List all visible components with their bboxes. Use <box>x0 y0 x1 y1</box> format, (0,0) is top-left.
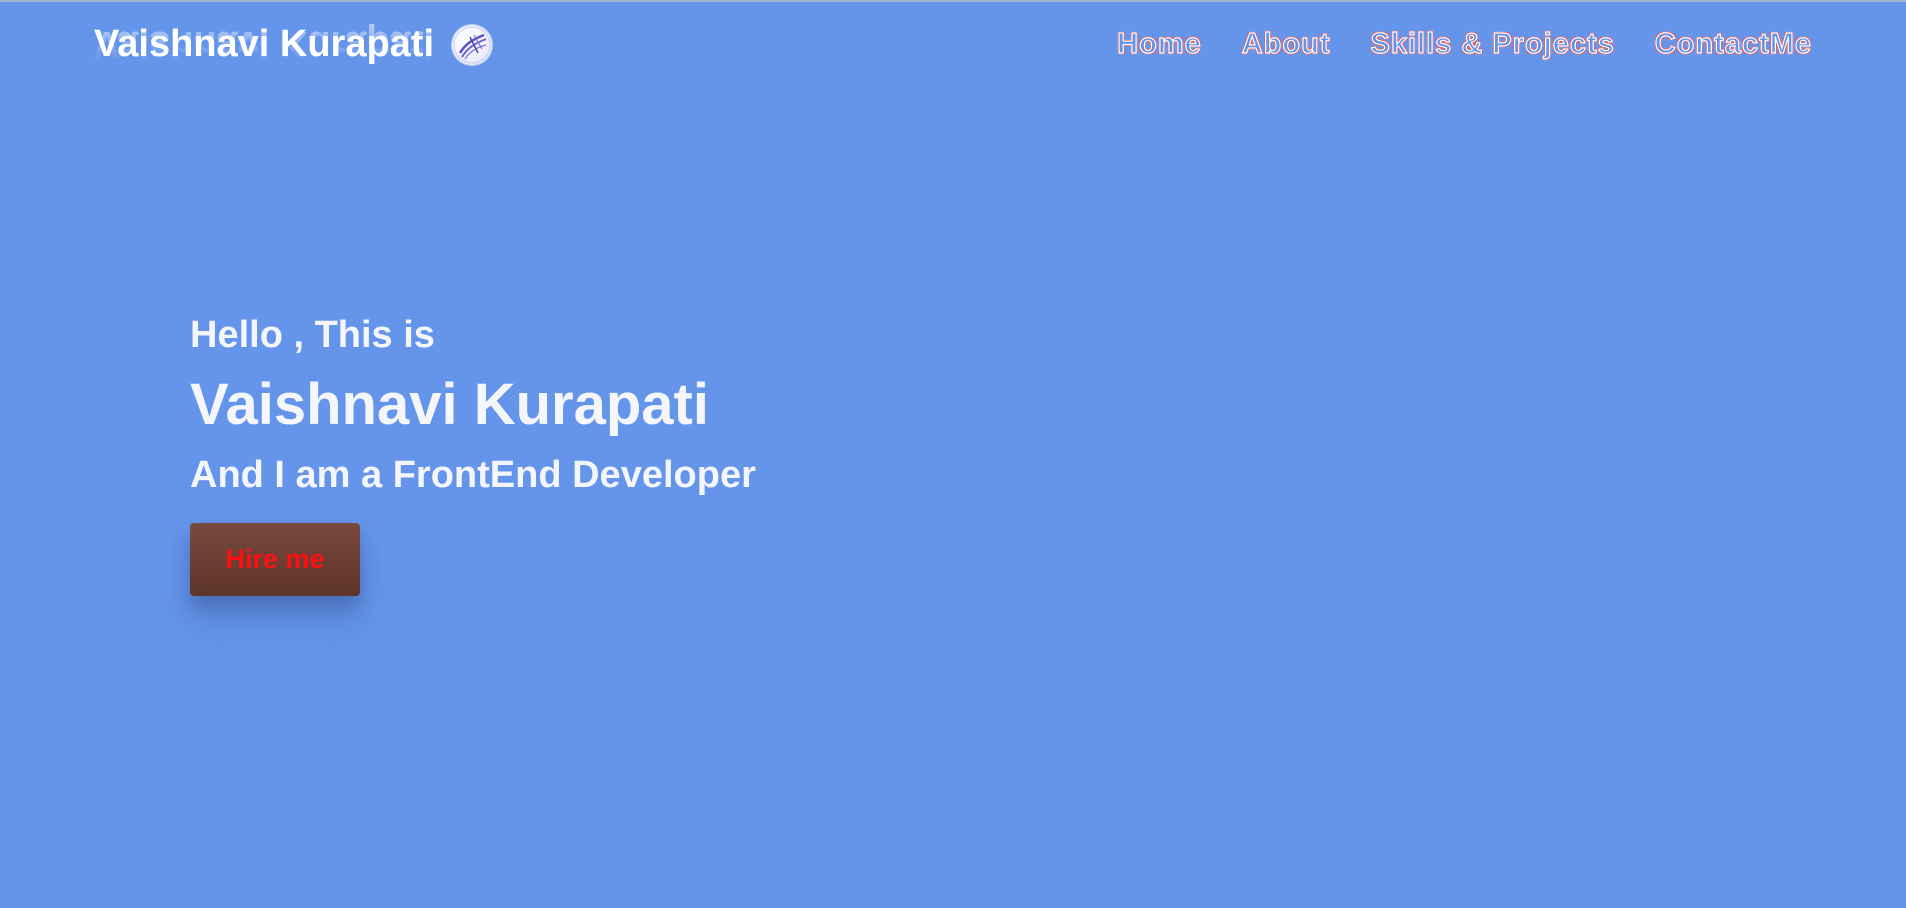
brand-name[interactable]: Vaishnavi Kurapati <box>94 22 434 66</box>
hero-section: Hello , This is Vaishnavi Kurapati And I… <box>190 305 756 596</box>
nav-links: Home About Skills & Projects ContactMe <box>1117 27 1812 61</box>
hero-greeting: Hello , This is <box>190 314 435 356</box>
navbar: Vaishnavi Kurapati Vaishnavi Kurapati Ho… <box>0 0 1906 110</box>
nav-link-about[interactable]: About <box>1241 27 1331 61</box>
nav-link-home[interactable]: Home <box>1117 27 1202 61</box>
globe-logo-icon <box>452 25 493 65</box>
hero-role: And I am a FrontEnd Developer <box>190 454 756 496</box>
hero-name: Vaishnavi Kurapati <box>190 372 709 437</box>
brand[interactable]: Vaishnavi Kurapati Vaishnavi Kurapati <box>94 22 493 66</box>
nav-link-skills-projects[interactable]: Skills & Projects <box>1370 27 1614 61</box>
brand-text-wrap: Vaishnavi Kurapati Vaishnavi Kurapati <box>94 22 434 66</box>
hire-me-button[interactable]: Hire me <box>190 523 360 596</box>
nav-link-contact[interactable]: ContactMe <box>1654 27 1812 61</box>
